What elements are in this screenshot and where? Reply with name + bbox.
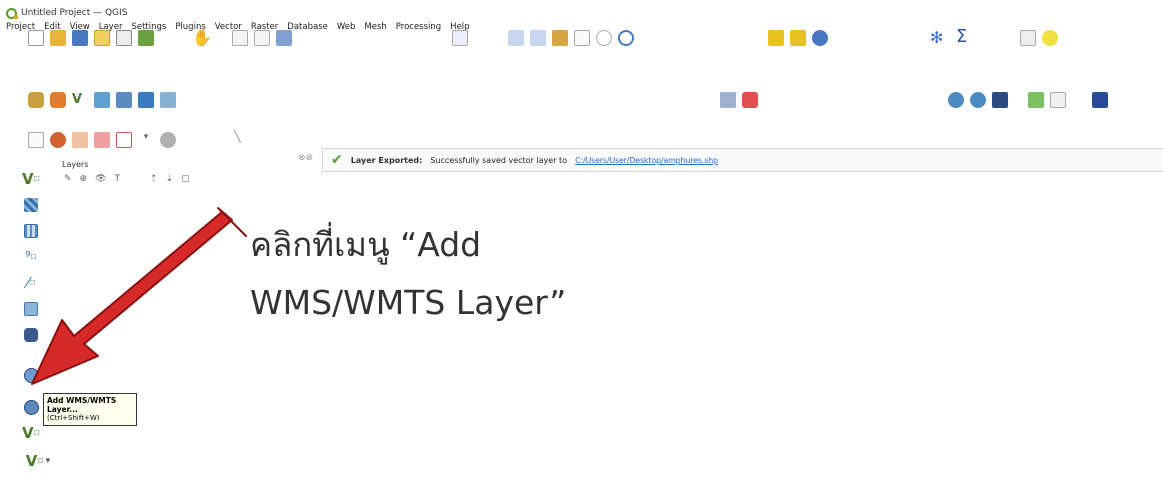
tooltip-shortcut: (Ctrl+Shift+W) xyxy=(47,414,100,422)
annotation-line-1: คลิกที่เมนู “Add xyxy=(250,225,482,264)
tooltip: Add WMS/WMTS Layer... (Ctrl+Shift+W) xyxy=(43,393,137,426)
red-arrow-icon xyxy=(31,207,247,385)
tooltip-title: Add WMS/WMTS xyxy=(47,396,117,405)
annotation-line-2: WMS/WMTS Layer” xyxy=(250,283,567,322)
tooltip-title-2: Layer... xyxy=(47,405,78,414)
